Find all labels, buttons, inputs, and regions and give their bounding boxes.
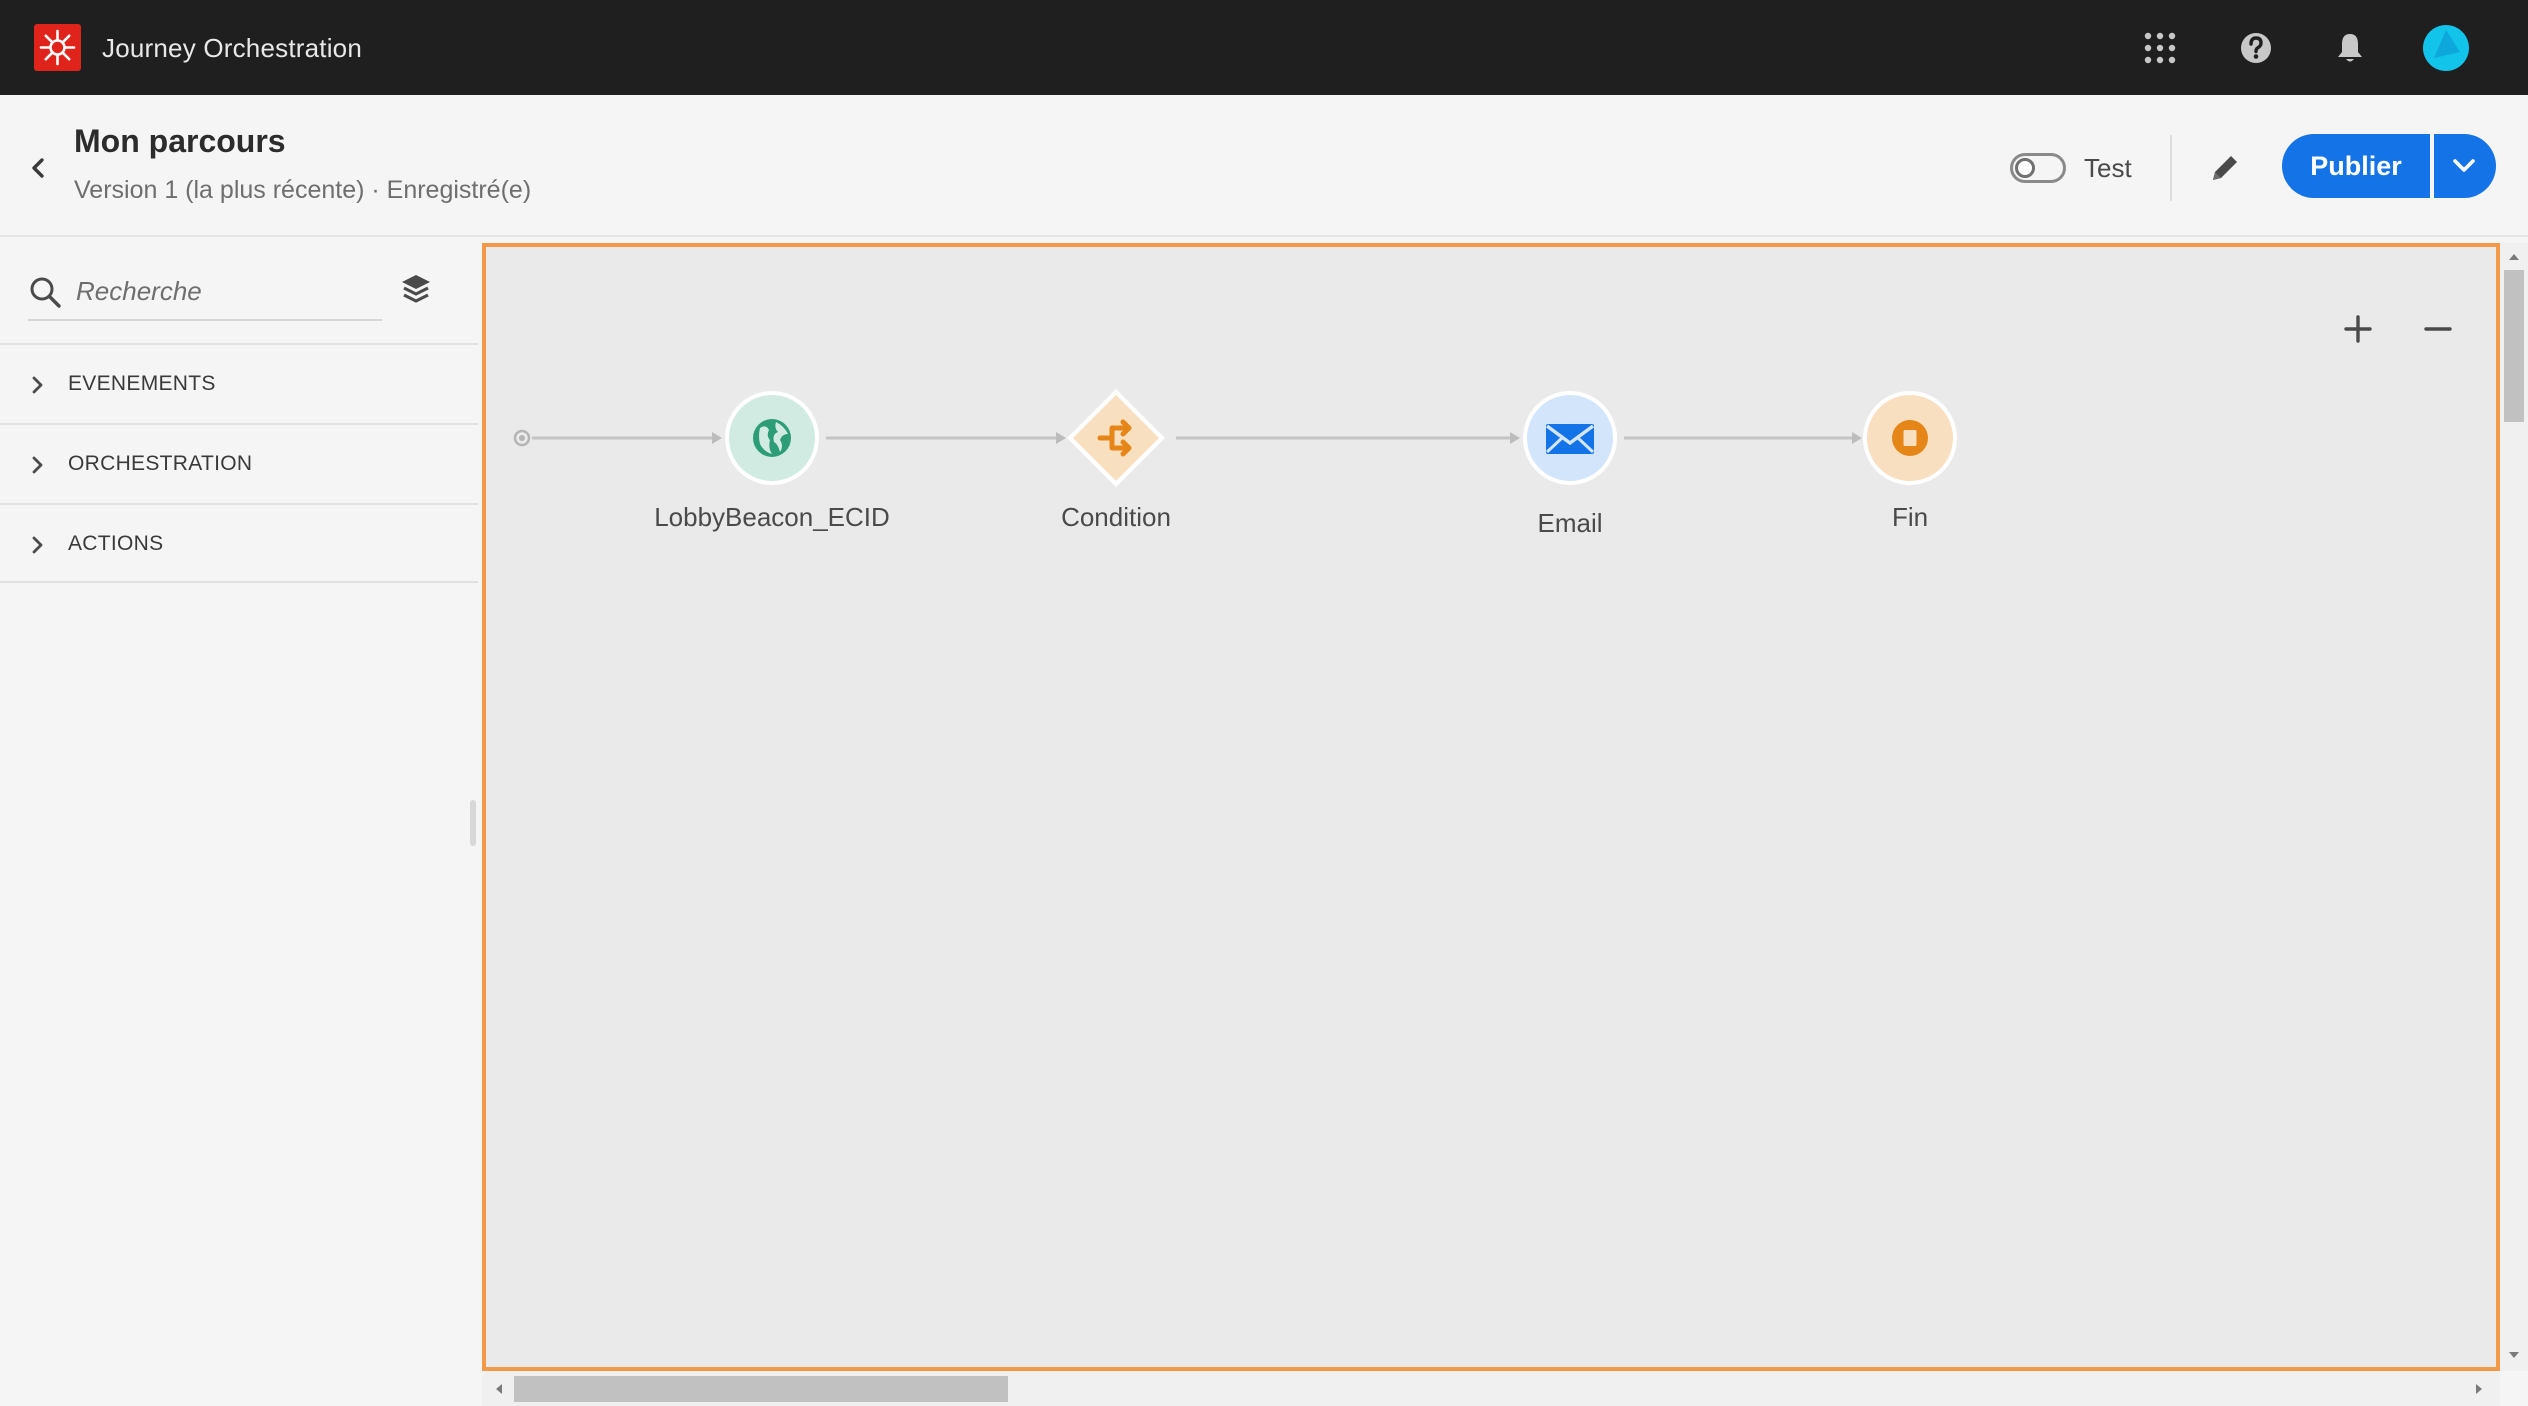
minus-icon (2424, 327, 2452, 331)
category-events[interactable]: EVENEMENTS (0, 343, 478, 423)
search-input[interactable] (76, 271, 376, 311)
category-label: ACTIONS (68, 532, 164, 555)
apps-grid-icon[interactable] (2134, 22, 2186, 74)
chevron-right-icon (32, 376, 43, 394)
plus-icon (2344, 315, 2372, 343)
category-label: EVENEMENTS (68, 372, 216, 395)
condition-node[interactable] (1066, 388, 1166, 488)
search-icon (30, 277, 61, 308)
edit-properties-button[interactable] (2204, 147, 2246, 189)
header-divider (2170, 135, 2172, 201)
scroll-left-arrow-icon[interactable] (488, 1378, 510, 1400)
globe-icon (753, 419, 791, 457)
email-action-node[interactable] (1520, 388, 1620, 488)
category-orchestration[interactable]: ORCHESTRATION (0, 423, 478, 503)
test-mode-label: Test (2084, 153, 2132, 183)
avatar[interactable] (2420, 22, 2472, 74)
scroll-up-arrow-icon[interactable] (2503, 246, 2525, 268)
end-node[interactable] (1860, 388, 1960, 488)
node-label: Fin (1891, 502, 1929, 532)
chevron-right-icon (32, 456, 43, 474)
journey-version-status: Version 1 (la plus récente) · Enregistré… (74, 176, 532, 204)
email-icon (1545, 424, 1595, 454)
chevron-right-icon (32, 536, 43, 554)
zoom-out-button[interactable] (2416, 307, 2460, 351)
back-button[interactable] (22, 148, 56, 188)
publish-button[interactable]: Publier (2282, 134, 2430, 198)
journey-name: Mon parcours (74, 123, 286, 159)
panel-resize-handle[interactable] (470, 800, 476, 846)
test-mode-toggle[interactable] (2010, 153, 2066, 183)
zoom-in-button[interactable] (2336, 307, 2380, 351)
journey-orchestration-logo-icon[interactable] (34, 24, 81, 71)
journey-canvas[interactable]: LobbyBeacon_ECID Condition Email Fin (482, 243, 2500, 1371)
event-node-lobbybeacon[interactable] (722, 388, 822, 488)
palette-search (28, 263, 382, 321)
vertical-scroll-thumb[interactable] (2504, 270, 2524, 422)
scroll-right-arrow-icon[interactable] (2468, 1378, 2490, 1400)
journey-header: Mon parcours Version 1 (la plus récente)… (0, 95, 2528, 237)
top-bar: Journey Orchestration (0, 0, 2528, 95)
node-label: Condition (1061, 502, 1171, 532)
horizontal-scroll-thumb[interactable] (514, 1376, 1008, 1402)
publish-menu-button[interactable] (2434, 134, 2496, 198)
bell-icon[interactable] (2324, 22, 2376, 74)
scroll-down-arrow-icon[interactable] (2503, 1344, 2525, 1366)
node-label: Email (1537, 508, 1603, 538)
help-icon[interactable] (2230, 22, 2282, 74)
app-title: Journey Orchestration (102, 33, 362, 63)
toggle-knob (2015, 158, 2035, 178)
node-label: LobbyBeacon_ECID (654, 502, 890, 532)
stop-icon (1892, 420, 1928, 456)
layers-icon[interactable] (396, 269, 436, 309)
activity-palette: EVENEMENTS ORCHESTRATION ACTIONS (0, 239, 478, 1406)
category-actions[interactable]: ACTIONS (0, 503, 478, 583)
category-label: ORCHESTRATION (68, 452, 253, 475)
